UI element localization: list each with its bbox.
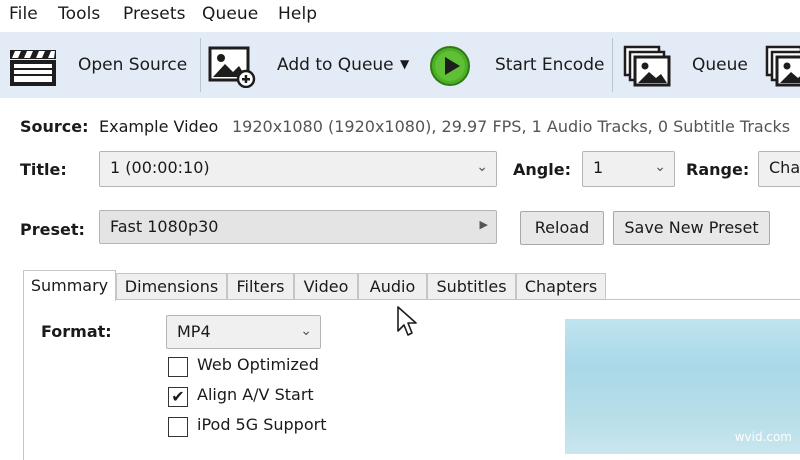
clapperboard-icon [10, 50, 56, 86]
range-value: Chap [769, 158, 800, 177]
tab-audio[interactable]: Audio [358, 273, 427, 300]
toolbar-separator [612, 38, 613, 92]
menu-tools[interactable]: Tools [58, 4, 100, 24]
preview-button[interactable] [762, 38, 800, 92]
menu-queue[interactable]: Queue [202, 4, 258, 24]
dropdown-arrow-icon[interactable]: ▼ [400, 57, 409, 71]
angle-select[interactable]: 1 ⌄ [582, 151, 675, 187]
start-encode-button[interactable]: Start Encode [425, 38, 605, 92]
queue-button[interactable]: Queue [620, 38, 760, 92]
start-encode-label: Start Encode [495, 55, 605, 75]
mouse-cursor-icon [397, 306, 417, 336]
title-select[interactable]: 1 (00:00:10) ⌄ [99, 151, 497, 187]
format-select[interactable]: MP4 ⌄ [166, 315, 321, 349]
chevron-down-icon: ⌄ [476, 159, 488, 175]
add-to-queue-label: Add to Queue [277, 55, 394, 75]
chevron-down-icon: ⌄ [300, 323, 312, 339]
menu-help[interactable]: Help [278, 4, 317, 24]
align-av-start-label: Align A/V Start [197, 385, 314, 404]
format-label: Format: [41, 322, 112, 341]
ipod-5g-support-label: iPod 5G Support [197, 415, 327, 434]
image-stack-icon [765, 45, 800, 87]
menu-file[interactable]: File [9, 4, 38, 24]
preset-label: Preset: [20, 220, 85, 239]
tab-chapters[interactable]: Chapters [516, 273, 606, 300]
add-to-queue-button[interactable]: Add to Queue ▼ [205, 38, 417, 92]
menu-presets[interactable]: Presets [123, 4, 186, 24]
angle-value: 1 [593, 158, 604, 177]
tab-subtitles[interactable]: Subtitles [427, 273, 516, 300]
ipod-5g-support-checkbox[interactable] [168, 417, 188, 437]
play-icon [430, 46, 470, 86]
reload-button[interactable]: Reload [520, 211, 604, 245]
menu-bar: File Tools Presets Queue Help [0, 0, 800, 32]
tab-filters[interactable]: Filters [227, 273, 294, 300]
save-new-preset-button[interactable]: Save New Preset [613, 211, 770, 245]
image-stack-icon [623, 45, 671, 87]
title-label: Title: [20, 160, 67, 179]
watermark: wvid.com [734, 430, 792, 444]
queue-label: Queue [692, 55, 748, 75]
source-info: 1920x1080 (1920x1080), 29.97 FPS, 1 Audi… [232, 117, 791, 136]
preset-value: Fast 1080p30 [110, 217, 219, 236]
title-value: 1 (00:00:10) [110, 158, 210, 177]
range-label: Range: [686, 160, 750, 179]
preset-select[interactable]: Fast 1080p30 ▶ [99, 210, 497, 244]
chevron-right-icon: ▶ [479, 218, 488, 231]
tab-video[interactable]: Video [294, 273, 358, 300]
format-value: MP4 [177, 322, 211, 341]
tab-summary[interactable]: Summary [23, 270, 116, 301]
chevron-down-icon: ⌄ [654, 159, 666, 175]
tab-dimensions[interactable]: Dimensions [116, 273, 227, 300]
web-optimized-checkbox[interactable] [168, 357, 188, 377]
web-optimized-label: Web Optimized [197, 355, 319, 374]
open-source-button[interactable]: Open Source [4, 38, 194, 92]
angle-label: Angle: [513, 160, 571, 179]
add-image-icon [208, 46, 256, 88]
source-label: Source: [20, 117, 89, 136]
source-name: Example Video [99, 117, 219, 136]
open-source-label: Open Source [78, 55, 188, 75]
align-av-start-checkbox[interactable]: ✔ [168, 387, 188, 407]
range-select[interactable]: Chap [758, 151, 800, 187]
toolbar-separator [200, 38, 201, 92]
